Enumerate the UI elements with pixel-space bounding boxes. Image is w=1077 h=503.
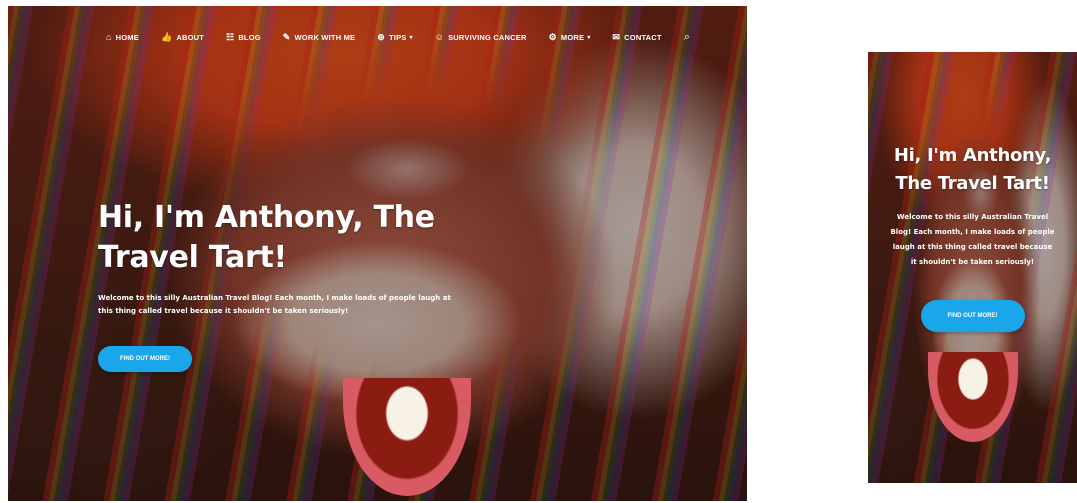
nav-item-label: ABOUT	[176, 33, 205, 42]
nav-item-label: WORK WITH ME	[294, 33, 356, 42]
find-out-more-button[interactable]: FIND OUT MORE!	[920, 300, 1025, 332]
nav-item-label: SURVIVING CANCER	[448, 33, 527, 42]
globe-icon: ⊕	[377, 32, 386, 42]
nav-item-more[interactable]: ⚙ MORE ▾	[548, 32, 591, 43]
hero-content-mobile: Hi, I'm Anthony, The Travel Tart! Welcom…	[868, 142, 1077, 332]
search-icon[interactable]: ⌕	[684, 32, 690, 43]
hero-background-photo	[927, 352, 1018, 442]
mobile-hero-view: Hi, I'm Anthony, The Travel Tart! Welcom…	[868, 52, 1077, 483]
hero-title: Hi, I'm Anthony, The Travel Tart!	[98, 200, 435, 275]
nav-item-blog[interactable]: ☷ BLOG	[226, 32, 261, 43]
nav-item-surviving-cancer[interactable]: ☺ SURVIVING CANCER	[434, 32, 527, 43]
nav-item-label: CONTACT	[624, 33, 662, 42]
nav-item-label: TIPS	[389, 33, 407, 42]
nav-item-label: MORE	[560, 33, 585, 42]
chevron-down-icon: ▾	[587, 35, 591, 41]
desktop-hero-view: ⌂ HOME 👍 ABOUT ☷ BLOG ✎ WORK WITH ME ⊕ T…	[8, 6, 747, 501]
nav-item-label: BLOG	[238, 33, 261, 42]
hero-title: Hi, I'm Anthony, The Travel Tart!	[893, 145, 1052, 194]
envelope-icon: ✉	[612, 32, 621, 42]
list-icon: ☷	[226, 32, 235, 42]
nav-item-label: HOME	[115, 33, 139, 42]
chevron-down-icon: ▾	[409, 35, 413, 41]
nav-item-about[interactable]: 👍 ABOUT	[160, 32, 205, 43]
main-navigation: ⌂ HOME 👍 ABOUT ☷ BLOG ✎ WORK WITH ME ⊕ T…	[106, 32, 690, 43]
hero-content: Hi, I'm Anthony, The Travel Tart! Welcom…	[98, 198, 458, 372]
hero-description: Welcome to this silly Australian Travel …	[98, 294, 451, 315]
home-icon: ⌂	[106, 32, 112, 42]
find-out-more-button[interactable]: FIND OUT MORE!	[98, 346, 192, 372]
edit-icon: ✎	[282, 32, 291, 42]
nav-item-tips[interactable]: ⊕ TIPS ▾	[377, 32, 413, 43]
smile-icon: ☺	[434, 32, 445, 42]
gear-icon: ⚙	[548, 32, 557, 42]
nav-item-home[interactable]: ⌂ HOME	[106, 32, 139, 43]
thumbs-up-icon: 👍	[160, 32, 173, 42]
nav-item-contact[interactable]: ✉ CONTACT	[612, 32, 662, 43]
hero-description: Welcome to this silly Australian Travel …	[890, 213, 1055, 266]
hero-background-photo	[343, 378, 472, 496]
nav-item-work-with-me[interactable]: ✎ WORK WITH ME	[282, 32, 356, 43]
